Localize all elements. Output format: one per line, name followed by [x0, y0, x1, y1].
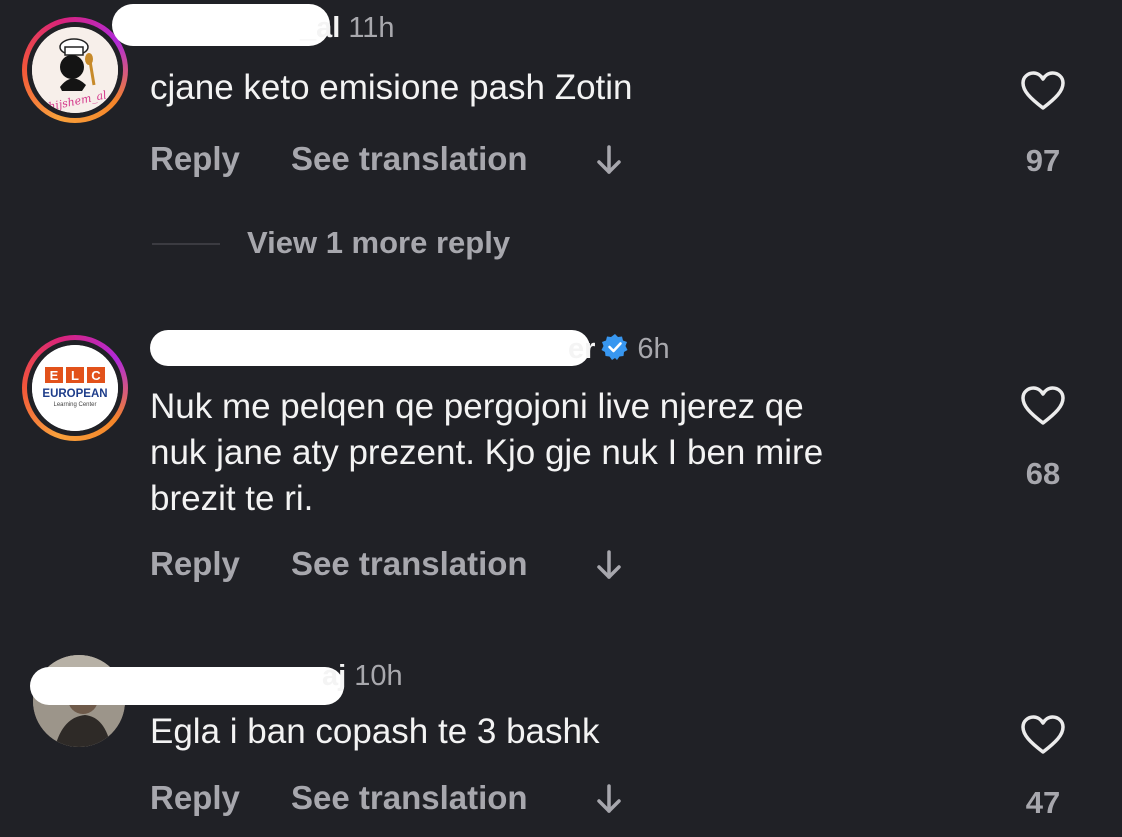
like-count: 47 [1025, 785, 1061, 820]
like-count: 68 [1025, 456, 1061, 491]
timestamp: 6h [637, 333, 670, 365]
timestamp: 10h [354, 660, 403, 692]
comment-text-line-2: nuk jane aty prezent. Kjo gje nuk I ben … [150, 433, 824, 472]
see-translation-button[interactable]: See translation [291, 140, 528, 178]
chef-logo-icon: shijshem_al [32, 27, 118, 113]
see-translation-button[interactable]: See translation [291, 779, 528, 817]
comment-text: cjane keto emisione pash Zotin [150, 68, 633, 107]
comment-text-line-3: brezit te ri. [150, 479, 314, 518]
comment-text: Egla i ban copash te 3 bashk [150, 712, 600, 751]
comments-panel: shijshem_al _al 11h cjane keto emisione p… [0, 0, 1122, 837]
redacted-username [30, 667, 344, 705]
arrow-down-icon[interactable] [594, 549, 624, 581]
username-text[interactable]: aj [322, 660, 346, 692]
heart-icon[interactable] [1020, 715, 1066, 755]
redacted-username [150, 330, 590, 366]
username[interactable]: er 6h [568, 333, 670, 366]
view-more-replies-button[interactable]: View 1 more reply [247, 225, 510, 261]
arrow-down-icon[interactable] [594, 783, 624, 815]
svg-text:Learning Center: Learning Center [53, 402, 96, 408]
timestamp: 11h [348, 12, 395, 44]
heart-icon[interactable] [1020, 71, 1066, 111]
like-count: 97 [1025, 143, 1061, 178]
arrow-down-icon[interactable] [594, 144, 624, 176]
username[interactable]: aj 10h [322, 660, 403, 693]
svg-text:E: E [50, 368, 59, 383]
avatar: shijshem_al [32, 27, 118, 113]
elc-logo-icon: E L C EUROPEAN Learning Center [32, 345, 118, 431]
verified-badge-icon [601, 334, 628, 360]
avatar: E L C EUROPEAN Learning Center [32, 345, 118, 431]
username[interactable]: _al 11h [300, 12, 395, 45]
reply-button[interactable]: Reply [150, 545, 240, 583]
replies-divider [152, 243, 220, 245]
username-text[interactable]: _al [300, 12, 340, 44]
svg-text:L: L [71, 368, 79, 383]
svg-text:EUROPEAN: EUROPEAN [42, 388, 107, 400]
username-text[interactable]: er [568, 333, 595, 365]
comment-text-line-1: Nuk me pelqen qe pergojoni live njerez q… [150, 387, 804, 426]
story-ring[interactable]: E L C EUROPEAN Learning Center [22, 335, 128, 441]
see-translation-button[interactable]: See translation [291, 545, 528, 583]
story-ring[interactable]: shijshem_al [22, 17, 128, 123]
svg-text:C: C [91, 368, 101, 383]
heart-icon[interactable] [1020, 386, 1066, 426]
reply-button[interactable]: Reply [150, 140, 240, 178]
redacted-username [112, 4, 330, 46]
reply-button[interactable]: Reply [150, 779, 240, 817]
